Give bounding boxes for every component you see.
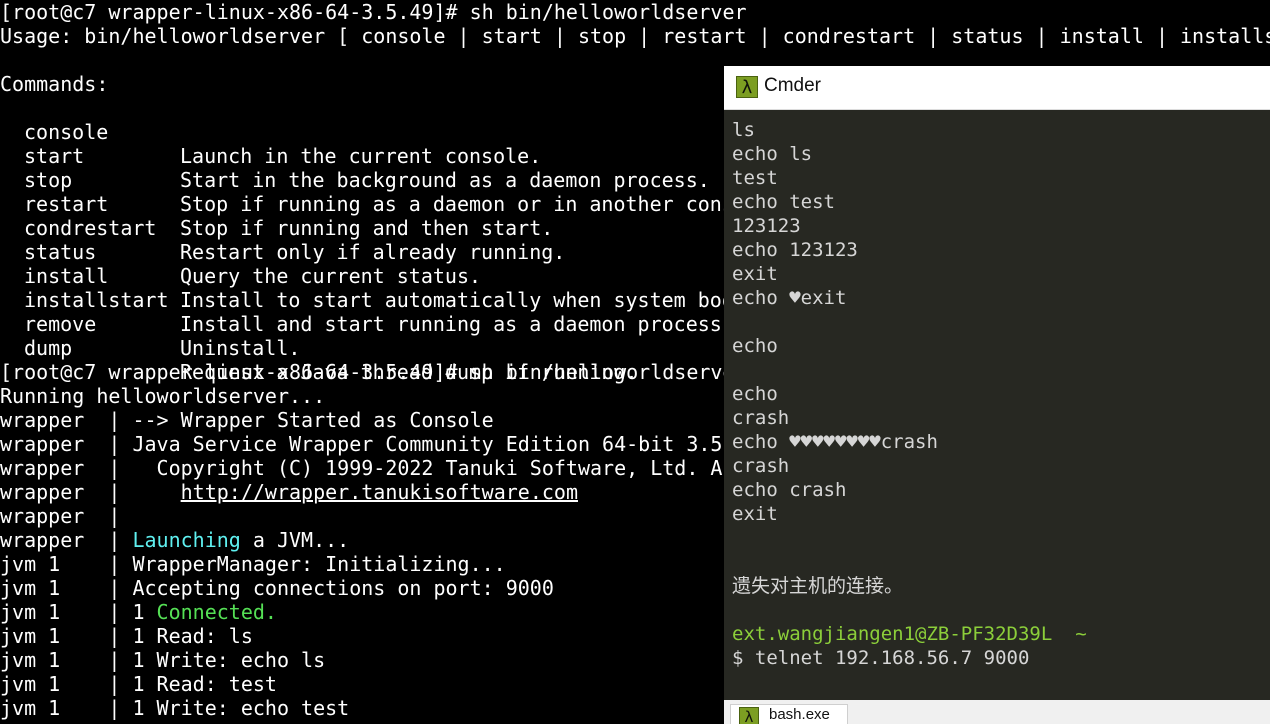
command-row: stop Stop if running as a daemon or in a… [0, 144, 734, 216]
output-line: jvm 1 | Accepting connections on port: 9… [0, 576, 554, 600]
cmder-titlebar[interactable]: λ Cmder [724, 66, 1270, 110]
console-line: echo ls [732, 143, 813, 165]
cmder-console[interactable]: ls echo ls test echo test 123123 echo 12… [724, 110, 1270, 700]
output-line: wrapper | [0, 504, 121, 528]
output-line: Running helloworldserver... [0, 384, 326, 408]
output-prefix: jvm 1 | 1 [0, 600, 157, 624]
commands-header: Commands: [0, 72, 109, 96]
console-line: echo [732, 335, 778, 357]
wrapper-url-link[interactable]: http://wrapper.tanukisoftware.com [181, 480, 578, 504]
console-line: exit [732, 263, 778, 285]
command-row: status Query the current status. [0, 216, 720, 288]
command-line[interactable]: $ telnet 192.168.56.7 9000 [732, 646, 1029, 670]
command-row: install Install to start automatically w… [0, 240, 734, 312]
command-row: condrestart Restart only if already runn… [0, 192, 720, 264]
console-line: echo 123123 [732, 239, 858, 261]
command-row: restart Stop if running and then start. [0, 168, 720, 240]
console-line: echo crash [732, 479, 847, 501]
console-line: echo ♥exit [732, 287, 847, 309]
console-line: exit [732, 503, 778, 525]
output-line: jvm 1 | 1 Read: ls [0, 624, 253, 648]
prompt-line: [root@c7 wrapper-linux-x86-64-3.5.49]# s… [0, 360, 843, 384]
command-name: dump [24, 336, 73, 360]
output-line: jvm 1 | WrapperManager: Initializing... [0, 552, 506, 576]
console-line: echo ♥♥♥♥♥♥♥♥crash [732, 431, 938, 453]
cmder-tabbar: λ bash.exe [724, 700, 1270, 724]
output-line: jvm 1 | 1 Connected. [0, 600, 277, 624]
command-row: start Start in the background as a daemo… [0, 120, 720, 192]
output-line: wrapper | Launching a JVM... [0, 528, 349, 552]
current-directory: ~ [1075, 623, 1087, 645]
console-line: echo [732, 383, 778, 405]
lambda-icon: λ [736, 76, 758, 98]
output-prefix: wrapper | [0, 480, 181, 504]
output-line: wrapper | Java Service Wrapper Community… [0, 432, 723, 456]
output-line: jvm 1 | 1 Read: test [0, 672, 277, 696]
lambda-icon: λ [739, 707, 759, 724]
tab-bash[interactable]: λ bash.exe [730, 704, 848, 724]
console-line: 123123 [732, 215, 801, 237]
command-desc: Uninstall. [180, 336, 301, 360]
console-line: echo test [732, 191, 835, 213]
lost-connection-message: 遗失对主机的连接。 [732, 575, 904, 597]
command-row: console Launch in the current console. [0, 96, 720, 168]
command-row: remove Uninstall. [0, 288, 720, 360]
output-prefix: wrapper | [0, 528, 133, 552]
command-row: installstart Install and start running a… [0, 264, 722, 336]
usage-line: Usage: bin/helloworldserver [ console | … [0, 24, 1270, 48]
tab-label: bash.exe [769, 706, 830, 723]
user-host: ext.wangjiangen1@ZB-PF32D39L [732, 623, 1053, 645]
output-suffix: a JVM... [240, 528, 350, 552]
console-line: test [732, 167, 778, 189]
launching-highlight: Launching [132, 528, 241, 552]
command-row: dump Request a Java thread dump if runni… [0, 312, 720, 384]
connected-highlight: Connected. [156, 600, 277, 624]
output-line: jvm 1 | 1 Write: echo test [0, 696, 350, 720]
prompt-line: [root@c7 wrapper-linux-x86-64-3.5.49]# s… [0, 0, 747, 24]
prompt-line: ext.wangjiangen1@ZB-PF32D39L ~ [732, 622, 1087, 646]
output-line: wrapper | http://wrapper.tanukisoftware.… [0, 480, 578, 504]
window-title: Cmder [764, 75, 822, 96]
output-line: jvm 1 | 1 Write: echo ls [0, 648, 326, 672]
console-line: ls [732, 119, 755, 141]
cmder-window[interactable]: λ Cmder ls echo ls test echo test 123123… [724, 66, 1270, 724]
output-line: wrapper | --> Wrapper Started as Console [0, 408, 494, 432]
console-line: crash [732, 407, 790, 429]
console-line: crash [732, 455, 790, 477]
